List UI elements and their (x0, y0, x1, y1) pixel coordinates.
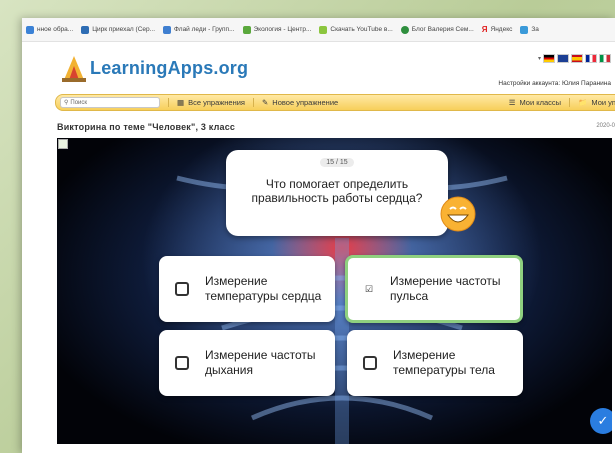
bookmark-label: За (531, 26, 539, 33)
bookmark-item[interactable]: Скачать YouTube в... (319, 25, 393, 34)
nav-label: Мои упражнени (591, 98, 615, 107)
flag-de-icon[interactable] (543, 54, 555, 63)
bookmark-label: Скачать YouTube в... (330, 26, 393, 33)
language-flags: ▾ (538, 54, 611, 63)
quiz-stage: 15 / 15 Что помогает определить правильн… (57, 138, 612, 444)
bookmark-label: Флай леди - Групп... (174, 26, 235, 33)
bookmark-label: Блог Валерия Сем... (411, 26, 474, 33)
chevron-down-icon[interactable]: ▾ (538, 55, 541, 62)
bookmark-item[interactable]: Я Яндекс (482, 25, 513, 34)
main-navbar: ⚲ Поиск ▦ Все упражнения ✎ Новое упражне… (55, 94, 615, 111)
question-counter: 15 / 15 (320, 158, 354, 167)
bookmark-icon (400, 25, 409, 34)
answer-text: Измерение температуры сердца (205, 274, 322, 303)
page-date: 2020-0 (596, 123, 615, 129)
broken-image-icon (58, 139, 68, 149)
bookmark-icon (319, 25, 328, 34)
flag-fr-icon[interactable] (585, 54, 597, 63)
checked-checkbox-icon[interactable]: ☑ (364, 284, 374, 294)
bookmark-item[interactable]: За (520, 25, 539, 34)
checkbox-icon[interactable] (175, 282, 189, 296)
browser-window: нное обра... Цирк приехал (Сер... Флай л… (22, 18, 615, 453)
bookmark-icon (242, 25, 251, 34)
answer-text: Измерение температуры тела (393, 348, 495, 377)
bookmark-item[interactable]: Блог Валерия Сем... (400, 25, 474, 34)
checkmark-icon: ✓ (597, 413, 609, 428)
my-exercises-link[interactable]: 📁 Мои упражнени (569, 98, 615, 107)
bookmark-item[interactable]: Цирк приехал (Сер... (81, 25, 156, 34)
bookmark-item[interactable]: Флай леди - Групп... (163, 25, 235, 34)
pencil-icon: ✎ (261, 98, 269, 107)
smiley-icon (440, 196, 476, 232)
check-answer-button[interactable]: ✓ (590, 408, 612, 434)
all-exercises-link[interactable]: ▦ Все упражнения (168, 98, 253, 107)
bookmark-label: Яндекс (490, 26, 513, 33)
nav-label: Новое упражнение (272, 98, 339, 107)
answer-text: Измерение частоты дыхания (205, 348, 316, 377)
yandex-icon: Я (481, 25, 488, 34)
bookmark-icon (26, 25, 34, 34)
search-placeholder: Поиск (70, 99, 88, 106)
folder-icon: 📁 (578, 98, 588, 107)
page-title: Викторина по теме "Человек", 3 класс (57, 122, 236, 132)
question-text: Что помогает определить правильность раб… (251, 177, 423, 205)
nav-right-group: ☰ Мои классы 📁 Мои упражнени (501, 98, 615, 107)
logo-icon (62, 56, 86, 82)
search-input[interactable]: ⚲ Поиск (60, 97, 160, 108)
flag-it-icon[interactable] (599, 54, 611, 63)
nav-label: Мои классы (519, 98, 562, 107)
my-classes-link[interactable]: ☰ Мои классы (501, 98, 569, 107)
bookmark-item[interactable]: Экология - Центр... (242, 25, 312, 34)
nav-label: Все упражнения (188, 98, 245, 107)
bookmarks-bar: нное обра... Цирк приехал (Сер... Флай л… (22, 18, 615, 42)
list-icon: ☰ (508, 98, 516, 107)
checkbox-icon[interactable] (363, 356, 377, 370)
bookmark-item[interactable]: нное обра... (26, 25, 74, 34)
answer-option[interactable]: Измерение частоты дыхания (159, 330, 335, 396)
answer-text: Измерение частоты пульса (390, 274, 501, 303)
question-card: 15 / 15 Что помогает определить правильн… (226, 150, 448, 236)
answer-option-selected[interactable]: ☑ Измерение частоты пульса (345, 255, 523, 323)
grid-icon: ▦ (177, 98, 185, 107)
bookmark-label: Цирк приехал (Сер... (92, 26, 156, 33)
flag-en-icon[interactable] (557, 54, 569, 63)
account-settings-link[interactable]: Настройки аккаунта: Юлия Паранина (498, 80, 611, 87)
logo-text[interactable]: LearningApps.org (90, 58, 248, 79)
new-exercise-link[interactable]: ✎ Новое упражнение (252, 98, 346, 107)
bookmark-label: Экология - Центр... (253, 26, 312, 33)
answer-option[interactable]: Измерение температуры сердца (159, 256, 335, 322)
bookmark-icon (163, 25, 172, 34)
answer-option[interactable]: Измерение температуры тела (347, 330, 523, 396)
search-icon: ⚲ (64, 100, 69, 106)
checkbox-icon[interactable] (175, 356, 189, 370)
bookmark-icon (81, 25, 90, 34)
bookmark-icon (520, 25, 529, 34)
bookmark-label: нное обра... (37, 26, 74, 33)
flag-es-icon[interactable] (571, 54, 583, 63)
